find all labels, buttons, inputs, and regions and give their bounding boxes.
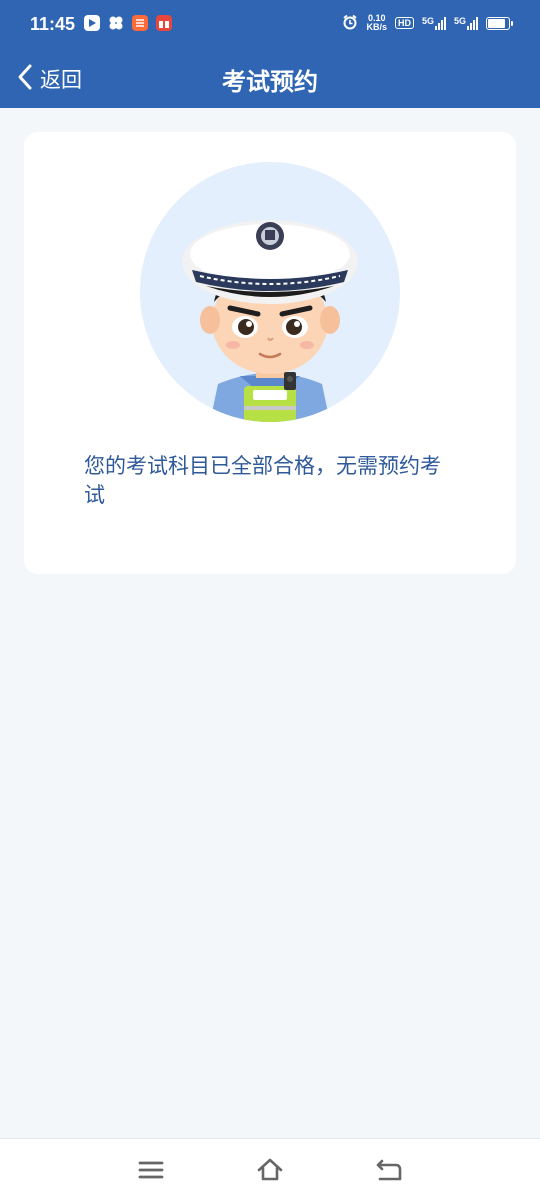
signal-1: 5G (422, 16, 446, 30)
status-time: 11:45 (30, 14, 76, 34)
notification-icons (84, 15, 172, 31)
navigation-bar: 返回 考试预约 (0, 52, 540, 108)
result-message: 您的考试科目已全部合格，无需预约考试 (84, 454, 441, 507)
gift-app-icon (156, 15, 172, 31)
hd-badge: HD (394, 17, 414, 29)
taobao-app-icon (132, 15, 148, 31)
status-indicators: 0.10 KB/s HD 5G 5G (342, 14, 513, 32)
network-speed-unit: KB/s (366, 22, 387, 32)
battery-level (488, 18, 506, 28)
signal-bars-icon (434, 16, 446, 30)
network-type-2: 5G (453, 16, 466, 26)
signal-2: 5G (454, 16, 478, 30)
home-icon[interactable] (255, 1155, 285, 1185)
video-app-icon (84, 15, 100, 31)
battery-icon (486, 16, 513, 30)
pinwheel-app-icon (108, 15, 124, 31)
signal-bars-icon (467, 16, 478, 30)
result-card: 您的考试科目已全部合格，无需预约考试 (24, 132, 516, 574)
menu-icon[interactable] (136, 1155, 166, 1185)
network-type-1: 5G (421, 16, 434, 26)
status-bar: 11:45 0.10 KB/s HD 5G 5G (0, 0, 540, 52)
back-arrow-icon[interactable] (374, 1155, 404, 1185)
system-navigation-bar (0, 1138, 540, 1201)
traffic-police-avatar (140, 162, 400, 422)
alarm-icon (342, 14, 358, 32)
page-title: 考试预约 (222, 68, 318, 96)
network-speed: 0.10 KB/s (366, 14, 387, 32)
